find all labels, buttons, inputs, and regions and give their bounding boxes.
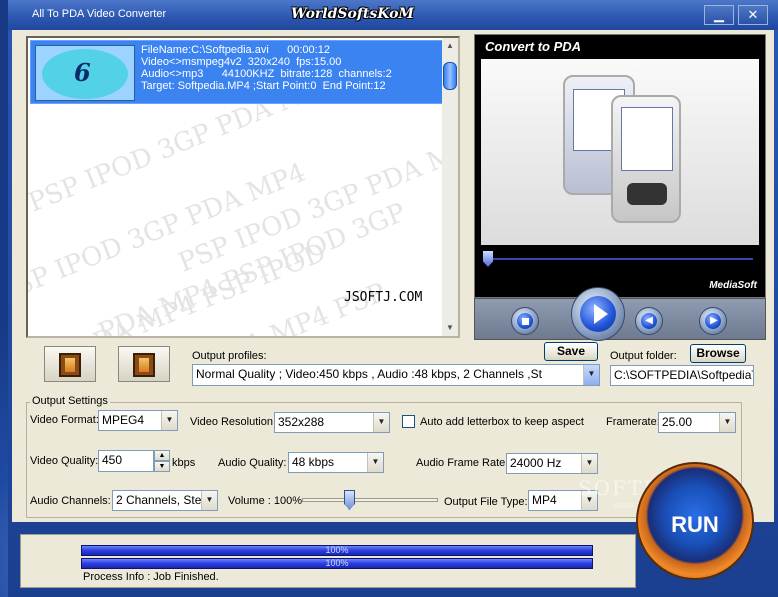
framerate-select[interactable]: 25.00 ▼ <box>658 412 736 433</box>
volume-slider[interactable] <box>302 498 438 502</box>
title-bar: All To PDA Video Converter WorldSoftsKoM… <box>8 0 778 30</box>
video-quality-stepper[interactable]: ▲ ▼ <box>154 450 170 472</box>
rewind-icon: ◀ <box>645 315 653 326</box>
audio-quality-select[interactable]: 48 kbps ▼ <box>288 452 384 473</box>
volume-label: Volume : 100% <box>228 495 302 507</box>
chevron-down-icon[interactable]: ▼ <box>581 454 597 473</box>
play-icon <box>594 304 608 324</box>
run-button[interactable]: RUN <box>636 462 754 580</box>
audio-channels-select[interactable]: 2 Channels, Stere ▼ <box>112 490 218 511</box>
seek-bar[interactable] <box>481 249 759 267</box>
output-folder-field[interactable]: C:\SOFTPEDIA\SoftpediaTe <box>610 365 754 386</box>
film-icon <box>59 353 81 377</box>
video-quality-input[interactable]: 450 <box>98 450 154 472</box>
film-icon <box>133 353 155 377</box>
output-profiles-label: Output profiles: <box>192 350 267 362</box>
brand-label: MediaSoft <box>709 280 757 291</box>
video-format-select[interactable]: MPEG4 ▼ <box>98 410 178 431</box>
letterbox-label: Auto add letterbox to keep aspect <box>420 416 584 428</box>
stop-button[interactable] <box>511 307 539 335</box>
audio-quality-label: Audio Quality: <box>218 457 287 469</box>
audio-channels-label: Audio Channels: <box>30 495 111 507</box>
list-overlay-text: JSOFTJ.COM <box>344 290 423 305</box>
preview-panel: Convert to PDA MediaSoft <box>474 34 766 298</box>
chevron-down-icon[interactable]: ▼ <box>583 365 599 385</box>
preview-heading: Convert to PDA <box>485 39 582 54</box>
stop-icon <box>522 318 529 325</box>
scroll-up-icon[interactable]: ▲ <box>442 38 458 54</box>
audio-frame-rate-select[interactable]: 24000 Hz ▼ <box>506 453 598 474</box>
progress-bar-1: 100% <box>81 545 593 556</box>
file-list[interactable]: PSP IPOD 3GP PDA MP4 PSP IPOD 3GP PDA MP… <box>26 36 460 338</box>
audio-frame-rate-label: Audio Frame Rate: <box>416 457 509 469</box>
main-panel: PSP IPOD 3GP PDA MP4 PSP IPOD 3GP PDA MP… <box>12 30 774 522</box>
title-logo: WorldSoftsKoM <box>291 6 414 22</box>
scroll-thumb[interactable] <box>443 62 457 90</box>
chevron-down-icon[interactable]: ▼ <box>373 413 389 432</box>
video-quality-label: Video Quality: <box>30 455 99 467</box>
output-folder-label: Output folder: <box>610 350 677 362</box>
stepper-down-icon[interactable]: ▼ <box>154 461 170 472</box>
chevron-down-icon[interactable]: ▼ <box>161 411 177 430</box>
chevron-down-icon[interactable]: ▼ <box>367 453 383 472</box>
remove-file-button[interactable] <box>118 346 170 382</box>
file-details: FileName:C:\Softpedia.avi 00:00:12 Video<… <box>141 44 392 92</box>
video-format-label: Video Format: <box>30 414 99 426</box>
video-resolution-select[interactable]: 352x288 ▼ <box>274 412 390 433</box>
chevron-down-icon[interactable]: ▼ <box>719 413 735 432</box>
video-thumbnail: 6 <box>35 45 135 101</box>
framerate-label: Framerate: <box>606 416 660 428</box>
list-scrollbar[interactable]: ▲ ▼ <box>442 38 458 336</box>
letterbox-checkbox[interactable] <box>402 415 415 428</box>
stepper-up-icon[interactable]: ▲ <box>154 450 170 461</box>
list-item[interactable]: 6 FileName:C:\Softpedia.avi 00:00:12 Vide… <box>30 40 448 104</box>
add-file-button[interactable] <box>44 346 96 382</box>
rewind-button[interactable]: ◀ <box>635 307 663 335</box>
player-controls: ◀ ▶ <box>474 287 766 341</box>
forward-button[interactable]: ▶ <box>699 307 727 335</box>
output-settings-title: Output Settings <box>30 395 110 407</box>
output-profile-select[interactable]: Normal Quality ; Video:450 kbps , Audio … <box>192 364 600 386</box>
progress-bar-2: 100% <box>81 558 593 569</box>
video-resolution-label: Video Resolution: <box>190 416 277 428</box>
preview-screen <box>481 59 759 245</box>
minimize-button[interactable]: ▁ <box>704 5 734 25</box>
video-quality-unit: kbps <box>172 457 196 469</box>
chevron-down-icon[interactable]: ▼ <box>201 491 217 510</box>
play-button[interactable] <box>571 287 625 341</box>
close-button[interactable]: ✕ <box>738 5 768 25</box>
browse-button[interactable]: Browse <box>690 344 746 363</box>
app-window: All To PDA Video Converter WorldSoftsKoM… <box>8 0 778 597</box>
pda-device-icon <box>611 95 681 223</box>
seek-thumb[interactable] <box>483 251 493 267</box>
process-info: Process Info : Job Finished. <box>83 571 219 583</box>
output-file-type-label: Output File Type: <box>444 496 528 508</box>
forward-icon: ▶ <box>710 315 718 326</box>
scroll-down-icon[interactable]: ▼ <box>442 320 458 336</box>
status-panel: 100% 100% Process Info : Job Finished. <box>20 534 636 588</box>
window-title: All To PDA Video Converter <box>32 8 167 20</box>
save-button[interactable]: Save <box>544 342 598 361</box>
